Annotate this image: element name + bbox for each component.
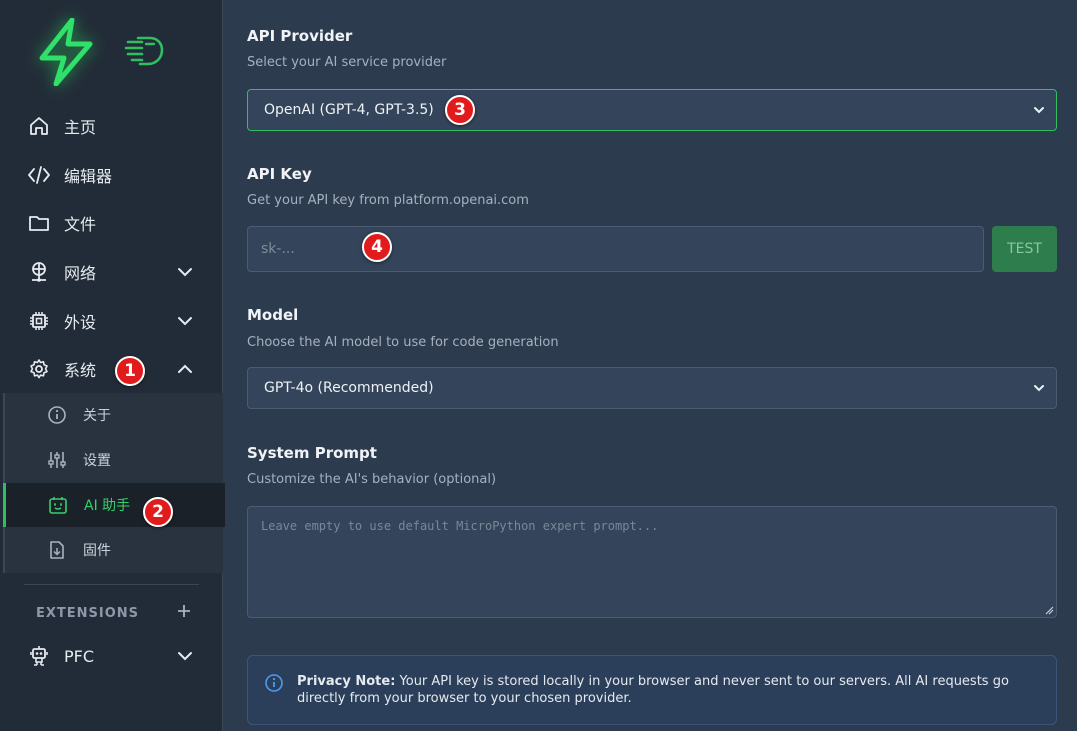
api-provider-selected-value: OpenAI (GPT-4, GPT-3.5) — [264, 102, 434, 118]
folder-icon — [26, 210, 52, 236]
extensions-heading: EXTENSIONS — [36, 606, 140, 621]
api-provider-description: Select your AI service provider — [247, 55, 447, 70]
code-icon — [26, 162, 52, 188]
bot-icon — [46, 493, 70, 517]
submenu-item-firmware[interactable]: 固件 — [5, 528, 225, 572]
submenu-item-label: AI 助手 — [84, 498, 131, 514]
chevron-down-icon — [1034, 385, 1044, 392]
model-description: Choose the AI model to use for code gene… — [247, 335, 559, 350]
model-selected-value: GPT-4o (Recommended) — [264, 380, 434, 396]
download-file-icon — [45, 538, 69, 562]
resize-handle-icon[interactable] — [1045, 606, 1054, 615]
submenu-item-label: 设置 — [83, 453, 111, 469]
annotation-badge-3: 3 — [445, 95, 475, 125]
lightning-logo-icon — [39, 18, 93, 86]
system-prompt-heading: System Prompt — [247, 444, 377, 462]
submenu-item-ai-assistant[interactable]: AI 助手 — [3, 483, 225, 527]
sidebar-item-label: 网络 — [64, 264, 97, 283]
gear-icon — [26, 356, 52, 382]
logo-row — [0, 0, 223, 100]
sidebar-item-label: 外设 — [64, 313, 97, 332]
privacy-note-label: Privacy Note: — [297, 674, 396, 689]
sidebar-item-peripherals[interactable]: 外设 — [0, 299, 223, 343]
system-prompt-textarea[interactable]: Leave empty to use default MicroPython e… — [247, 506, 1057, 618]
sidebar-item-pfc[interactable]: PFC — [0, 634, 223, 678]
test-api-key-button[interactable]: TEST — [992, 226, 1057, 272]
annotation-badge-2: 2 — [143, 497, 173, 527]
sidebar-item-label: 文件 — [64, 215, 97, 234]
system-submenu: 关于 设置 AI 助手 固件 — [3, 393, 225, 573]
info-icon — [45, 403, 69, 427]
chevron-down-icon — [1034, 107, 1044, 114]
api-key-input[interactable]: sk-... — [247, 226, 984, 272]
api-key-placeholder: sk-... — [261, 241, 295, 257]
submenu-item-about[interactable]: 关于 — [5, 393, 225, 437]
chip-icon — [26, 308, 52, 334]
api-provider-heading: API Provider — [247, 27, 353, 45]
sidebar-item-label: 主页 — [64, 118, 97, 137]
info-icon — [265, 674, 283, 692]
sidebar-item-network[interactable]: 网络 — [0, 250, 223, 294]
sidebar-item-label: PFC — [64, 646, 95, 666]
pointing-hand-icon[interactable] — [124, 32, 166, 68]
chevron-down-icon — [178, 268, 192, 277]
privacy-note: Privacy Note: Your API key is stored loc… — [247, 655, 1057, 725]
add-extension-icon[interactable] — [176, 603, 192, 619]
api-provider-select[interactable]: OpenAI (GPT-4, GPT-3.5) — [247, 89, 1057, 131]
sidebar-divider — [24, 584, 199, 585]
sidebar-item-files[interactable]: 文件 — [0, 201, 223, 245]
network-icon — [26, 259, 52, 285]
api-key-heading: API Key — [247, 165, 312, 183]
submenu-item-label: 固件 — [83, 543, 111, 559]
api-key-description: Get your API key from platform.openai.co… — [247, 193, 529, 208]
system-prompt-placeholder: Leave empty to use default MicroPython e… — [261, 519, 659, 533]
annotation-badge-4: 4 — [362, 232, 392, 262]
annotation-badge-1: 1 — [115, 356, 145, 386]
chevron-down-icon — [178, 652, 192, 661]
sliders-icon — [45, 448, 69, 472]
home-icon — [26, 113, 52, 139]
submenu-item-settings[interactable]: 设置 — [5, 438, 225, 482]
ai-settings-panel: API Provider Select your AI service prov… — [224, 0, 1077, 731]
system-prompt-description: Customize the AI's behavior (optional) — [247, 472, 497, 487]
sidebar-item-editor[interactable]: 编辑器 — [0, 153, 223, 197]
sidebar: 主页 编辑器 文件 网络 外设 系统 1 关于 设置 AI 助手 固件 2 EX… — [0, 0, 225, 731]
model-heading: Model — [247, 306, 299, 324]
sidebar-item-label: 编辑器 — [64, 167, 113, 186]
submenu-item-label: 关于 — [83, 408, 111, 424]
robot-icon — [26, 643, 52, 669]
chevron-up-icon — [178, 364, 192, 373]
sidebar-item-label: 系统 — [64, 361, 97, 380]
chevron-down-icon — [178, 317, 192, 326]
sidebar-item-system[interactable]: 系统 — [0, 347, 223, 391]
privacy-note-body: Your API key is stored locally in your b… — [297, 674, 1009, 706]
model-select[interactable]: GPT-4o (Recommended) — [247, 367, 1057, 409]
sidebar-item-home[interactable]: 主页 — [0, 104, 223, 148]
privacy-note-text: Privacy Note: Your API key is stored loc… — [297, 673, 1037, 707]
